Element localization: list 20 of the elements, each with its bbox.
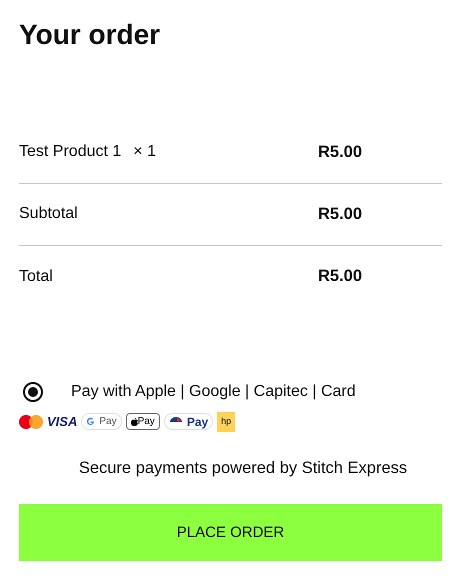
quantity-text: × 1: [133, 142, 156, 162]
radio-button[interactable]: [23, 382, 43, 402]
secure-note: Secure payments powered by Stitch Express: [78, 458, 408, 479]
card-logo-icon: [19, 413, 43, 430]
total-label: Subtotal: [19, 204, 78, 224]
applepay-logo: Pay: [126, 413, 160, 430]
product-name: Test Product 1: [19, 142, 122, 162]
total-label: Total: [19, 266, 53, 287]
visa-logo: VISA: [47, 413, 78, 430]
amount-text: R5.00: [318, 204, 362, 225]
order-title: Your order: [19, 18, 162, 52]
gpay-logo: Pay: [81, 413, 122, 430]
apple-icon: [130, 418, 138, 426]
amount-text: R5.00: [318, 266, 362, 288]
g-logo-icon: [86, 417, 96, 426]
hp-logo: hp: [217, 412, 236, 432]
payment-label[interactable]: Pay with Apple | Google | Capitec | Card: [71, 380, 356, 404]
capitec-pay-logo: Pay: [164, 413, 214, 430]
place-order-button[interactable]: PLACE ORDER: [19, 504, 442, 562]
amount-text: R5.00: [318, 142, 362, 163]
